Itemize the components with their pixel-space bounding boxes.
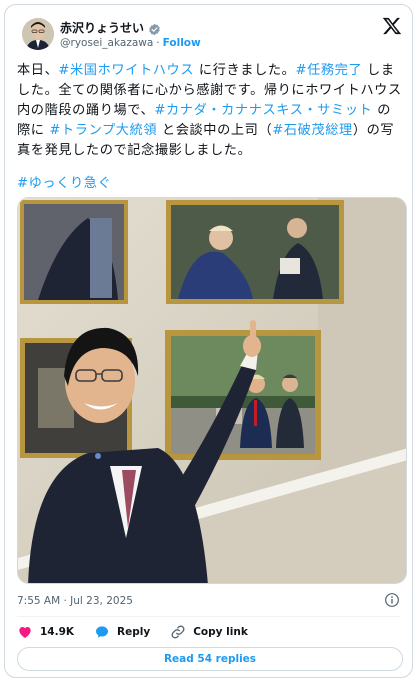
- tweet-text-segment: に行きました。: [194, 63, 296, 78]
- tweet-photo[interactable]: [17, 197, 407, 584]
- like-count: 14.9K: [40, 626, 75, 638]
- divider: [17, 616, 400, 617]
- hashtag-yukkuri-isogu[interactable]: #ゆっくり急ぐ: [17, 172, 111, 191]
- reply-label: Reply: [117, 626, 151, 638]
- hashtag-link[interactable]: #カナダ・カナナスキス・サミット: [154, 103, 372, 118]
- reply-button[interactable]: Reply: [94, 624, 150, 640]
- avatar[interactable]: [22, 18, 54, 50]
- info-icon[interactable]: [384, 592, 400, 608]
- hashtag-link[interactable]: #トランプ大統領: [49, 123, 157, 138]
- author-handle-row: @ryosei_akazawa · Follow: [60, 37, 201, 49]
- hashtag-link[interactable]: #任務完了: [295, 63, 362, 78]
- like-button[interactable]: 14.9K: [17, 624, 74, 640]
- author-display-name[interactable]: 赤沢りょうせい: [60, 19, 144, 36]
- tweet-text-segment: 本日、: [17, 63, 59, 78]
- heart-icon: [19, 627, 31, 638]
- tweet-timestamp[interactable]: 7:55 AM · Jul 23, 2025: [17, 595, 133, 607]
- tweet-text-segment: と会談中の上司（: [157, 123, 273, 138]
- verified-badge-icon: [148, 21, 161, 36]
- tweet-text: 本日、#米国ホワイトハウス に行きました。#任務完了 しました。全ての関係者に心…: [17, 61, 403, 161]
- hashtag-link[interactable]: #石破茂総理: [272, 123, 353, 138]
- author-name-row: 赤沢りょうせい: [60, 19, 161, 36]
- read-replies-button[interactable]: Read 54 replies: [17, 647, 403, 671]
- copy-link-button[interactable]: Copy link: [170, 624, 248, 640]
- reply-bubble-icon: [96, 626, 109, 638]
- tweet-card: 赤沢りょうせい @ryosei_akazawa · Follow 本日、#米国ホ…: [4, 4, 413, 678]
- copy-link-label: Copy link: [193, 626, 248, 638]
- link-icon: [171, 625, 185, 639]
- x-logo-icon[interactable]: [382, 16, 402, 36]
- action-bar: 14.9K Reply Copy link: [17, 623, 268, 641]
- hashtag-link[interactable]: #米国ホワイトハウス: [58, 63, 194, 78]
- follow-button[interactable]: Follow: [163, 37, 201, 49]
- handle-separator: ·: [156, 37, 160, 49]
- author-handle[interactable]: @ryosei_akazawa: [60, 37, 153, 49]
